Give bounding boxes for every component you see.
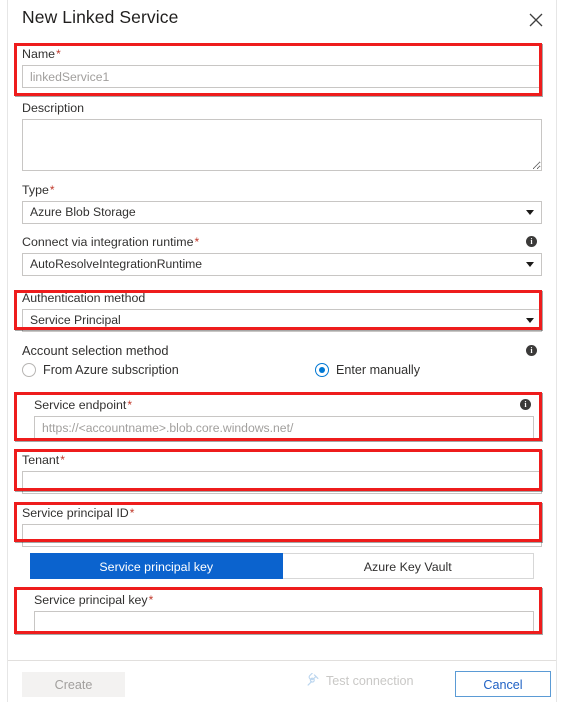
close-icon[interactable]	[522, 6, 550, 34]
radio-enter-manually[interactable]: Enter manually	[315, 363, 420, 377]
integration-runtime-dropdown-value[interactable]: AutoResolveIntegrationRuntime	[22, 253, 542, 276]
required-asterisk: *	[60, 453, 65, 467]
info-icon[interactable]: i	[526, 236, 537, 247]
field-service-principal-id: Service principal ID*	[22, 505, 542, 547]
label-service-principal-key: Service principal key*	[34, 593, 154, 607]
authentication-method-dropdown[interactable]: Service Principal	[22, 309, 542, 332]
dialog-header: New Linked Service	[8, 0, 556, 40]
name-input[interactable]	[22, 65, 542, 88]
type-dropdown[interactable]: Azure Blob Storage	[22, 201, 542, 224]
new-linked-service-dialog: New Linked Service Name* Description Typ…	[0, 0, 564, 702]
service-endpoint-input[interactable]	[34, 416, 534, 439]
info-icon[interactable]: i	[520, 399, 531, 410]
radio-from-azure-subscription[interactable]: From Azure subscription	[22, 363, 179, 377]
label-service-endpoint: Service endpoint*	[34, 398, 132, 412]
label-integration-runtime: Connect via integration runtime*	[22, 235, 200, 249]
field-type: Type* Azure Blob Storage	[22, 182, 542, 224]
required-asterisk: *	[148, 593, 154, 607]
label-tenant: Tenant*	[22, 453, 65, 467]
tenant-input[interactable]	[22, 471, 542, 494]
create-button[interactable]: Create	[22, 672, 125, 697]
radio-label: From Azure subscription	[43, 363, 179, 377]
required-asterisk: *	[56, 47, 61, 61]
test-connection-button[interactable]: Test connection	[306, 672, 414, 690]
test-connection-label: Test connection	[326, 674, 414, 688]
required-asterisk: *	[129, 506, 135, 520]
label-authentication-method: Authentication method	[22, 291, 146, 305]
field-authentication-method: Authentication method Service Principal	[22, 290, 542, 332]
type-dropdown-value[interactable]: Azure Blob Storage	[22, 201, 542, 224]
field-account-selection-method: Account selection method i	[22, 343, 542, 359]
label-type: Type*	[22, 183, 55, 197]
required-asterisk: *	[127, 398, 132, 412]
tab-azure-key-vault[interactable]: Azure Key Vault	[282, 553, 534, 579]
service-principal-id-input[interactable]	[22, 524, 542, 547]
dialog-body: Name* Description Type* Azure Blob Stora…	[8, 40, 556, 660]
radio-label: Enter manually	[336, 363, 420, 377]
integration-runtime-dropdown[interactable]: AutoResolveIntegrationRuntime	[22, 253, 542, 276]
credential-tabs: Service principal key Azure Key Vault	[30, 553, 534, 579]
field-service-endpoint: Service endpoint* i	[34, 397, 534, 439]
panel-right-edge	[556, 0, 557, 702]
plug-connector-icon	[306, 672, 320, 690]
page-title: New Linked Service	[22, 7, 179, 27]
field-service-principal-key: Service principal key*	[34, 592, 534, 634]
field-integration-runtime: Connect via integration runtime* i AutoR…	[22, 234, 542, 276]
field-name: Name*	[22, 46, 542, 88]
label-name: Name*	[22, 47, 61, 61]
info-icon[interactable]: i	[526, 345, 537, 356]
authentication-method-dropdown-value[interactable]: Service Principal	[22, 309, 542, 332]
label-account-selection-method: Account selection method	[22, 343, 169, 358]
radio-indicator-selected[interactable]	[315, 363, 329, 377]
field-tenant: Tenant*	[22, 452, 542, 494]
radio-indicator[interactable]	[22, 363, 36, 377]
field-description: Description	[22, 100, 542, 176]
tab-service-principal-key[interactable]: Service principal key	[30, 553, 283, 579]
required-asterisk: *	[49, 183, 55, 197]
label-description: Description	[22, 101, 84, 115]
dialog-footer: Create Test connection Cancel	[8, 661, 556, 702]
description-textarea[interactable]	[22, 119, 542, 171]
cancel-button[interactable]: Cancel	[455, 671, 551, 697]
label-service-principal-id: Service principal ID*	[22, 506, 135, 520]
required-asterisk: *	[194, 235, 200, 249]
service-principal-key-input[interactable]	[34, 611, 534, 634]
